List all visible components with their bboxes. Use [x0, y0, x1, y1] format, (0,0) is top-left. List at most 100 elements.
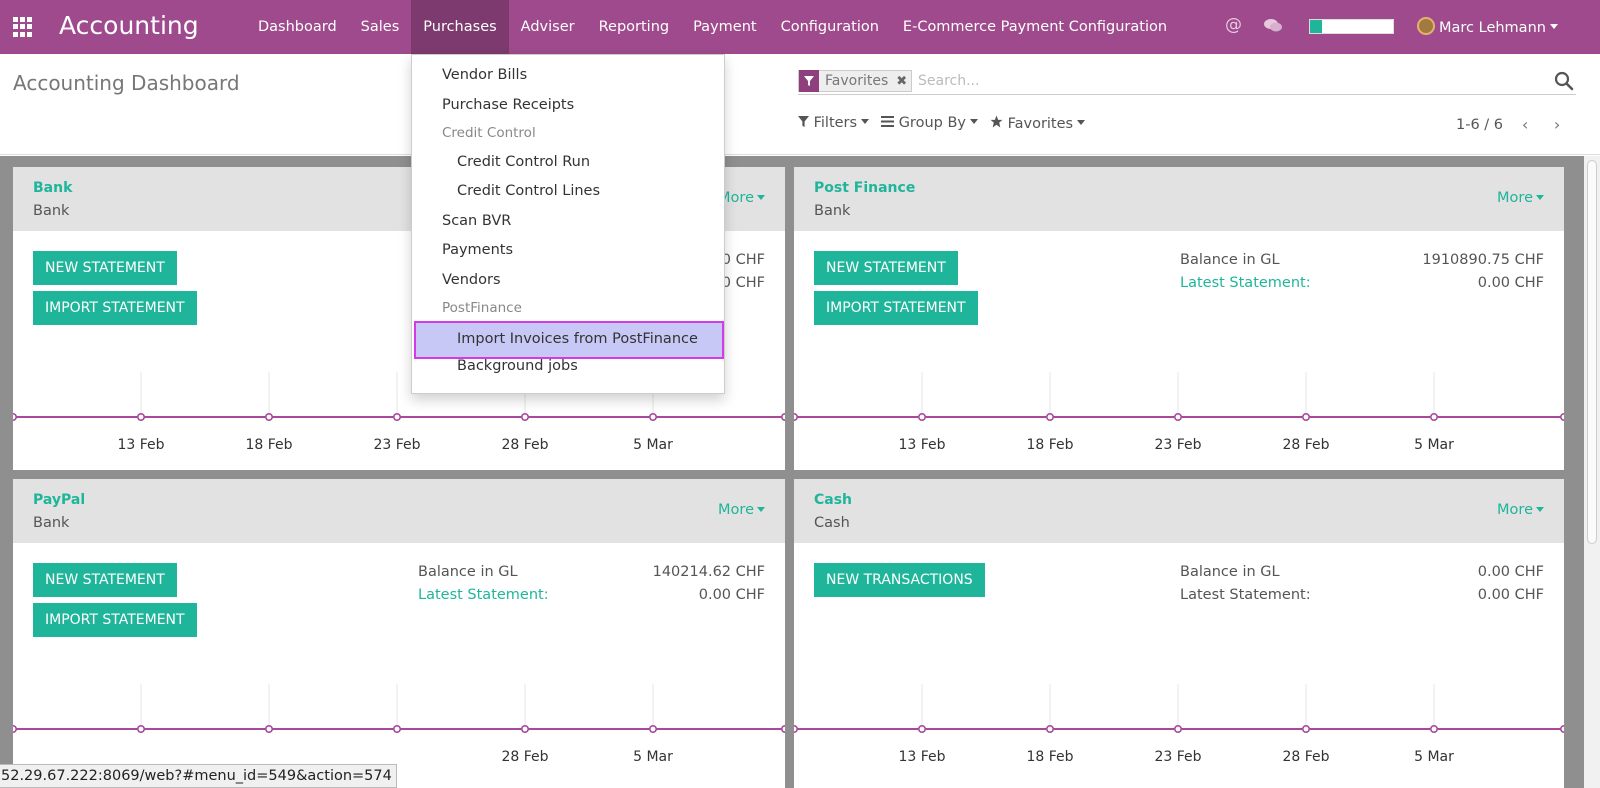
page-title: Accounting Dashboard — [13, 71, 240, 95]
graph-point — [137, 725, 146, 734]
balance-graph — [794, 684, 1564, 734]
scrollbar-thumb[interactable] — [1587, 160, 1597, 544]
remove-facet-icon[interactable]: ✖ — [892, 74, 911, 89]
search-icon[interactable] — [1554, 71, 1574, 91]
journal-card: Cash Cash More NEW TRANSACTIONS Balance i… — [794, 479, 1564, 788]
chevron-down-icon — [969, 119, 978, 124]
graph-point — [794, 725, 798, 733]
graph-tick-label: 5 Mar — [1414, 437, 1454, 453]
graph-point — [1173, 413, 1182, 422]
pager-previous-icon[interactable]: ‹ — [1515, 115, 1535, 134]
graph-point — [781, 413, 785, 421]
menu-configuration[interactable]: Configuration — [769, 0, 891, 54]
purchases-dropdown-menu: Vendor Bills Purchase Receipts Credit Co… — [411, 54, 725, 394]
graph-tick-label: 23 Feb — [373, 437, 421, 453]
chevron-down-icon — [1549, 24, 1558, 29]
graph-tick-label: 18 Feb — [1026, 437, 1074, 453]
menu-import-invoices-from-postfinance[interactable]: Import Invoices from PostFinance — [414, 321, 724, 359]
graph-point — [392, 413, 401, 422]
balance-graph — [794, 372, 1564, 422]
filters-label: Filters — [813, 115, 858, 131]
menu-vendors[interactable]: Vendors — [442, 272, 501, 288]
menu-dashboard[interactable]: Dashboard — [246, 0, 349, 54]
star-icon — [990, 115, 1003, 128]
journal-card: PayPal Bank More NEW STATEMENT IMPORT STA… — [13, 479, 785, 788]
graph-point — [1046, 725, 1055, 734]
search-facet-favorites[interactable]: Favorites ✖ — [798, 70, 913, 92]
menu-section-postfinance: PostFinance — [442, 300, 522, 316]
user-name: Marc Lehmann — [1439, 20, 1546, 36]
avatar — [1417, 17, 1435, 35]
menu-section-credit-control: Credit Control — [442, 125, 536, 141]
graph-point — [794, 413, 798, 421]
favorites-label: Favorites — [1007, 116, 1074, 132]
facet-label: Favorites — [825, 73, 889, 89]
search-bar: Favorites ✖ — [798, 69, 1576, 95]
graph-point — [1429, 413, 1438, 422]
graph-tick-label: 5 Mar — [633, 749, 673, 765]
graph-tick-label: 5 Mar — [633, 437, 673, 453]
graph-point — [13, 413, 17, 421]
journal-card: Post Finance Bank More NEW STATEMENT IMPO… — [794, 167, 1564, 470]
graph-point — [781, 725, 785, 733]
graph-tick-label: 23 Feb — [1154, 437, 1202, 453]
apps-grid-icon[interactable] — [13, 17, 33, 37]
search-input[interactable] — [918, 70, 1518, 92]
mention-icon[interactable]: @ — [1225, 15, 1242, 35]
filter-icon — [799, 70, 819, 92]
pager-next-icon[interactable]: › — [1547, 115, 1567, 134]
chevron-down-icon — [861, 119, 870, 124]
graph-point — [520, 413, 529, 422]
menu-ecommerce-payment-configuration[interactable]: E-Commerce Payment Configuration — [891, 0, 1179, 54]
menu-payments[interactable]: Payments — [442, 242, 513, 258]
menu-vendor-bills[interactable]: Vendor Bills — [442, 67, 527, 83]
status-bar-url: 52.29.67.222:8069/web?#menu_id=549&actio… — [0, 764, 397, 788]
graph-tick-label: 23 Feb — [1154, 749, 1202, 765]
graph-point — [1301, 413, 1310, 422]
graph-point — [265, 413, 274, 422]
menu-payment[interactable]: Payment — [681, 0, 768, 54]
graph-point — [265, 725, 274, 734]
menu-purchases[interactable]: Purchases — [411, 0, 509, 54]
graph-tick-label: 28 Feb — [501, 749, 549, 765]
progress-bar — [1309, 19, 1394, 34]
graph-point — [1560, 725, 1564, 733]
user-menu[interactable]: Marc Lehmann — [1417, 17, 1558, 36]
group-by-button[interactable]: Group By — [881, 115, 978, 132]
graph-point — [520, 725, 529, 734]
scrollbar[interactable] — [1584, 156, 1600, 788]
graph-point — [1301, 725, 1310, 734]
graph-tick-label: 18 Feb — [245, 437, 293, 453]
favorites-button[interactable]: Favorites — [990, 115, 1086, 132]
graph-point — [918, 413, 927, 422]
graph-point — [392, 725, 401, 734]
search-options: Filters Group By Favorites — [798, 115, 1086, 132]
graph-tick-label: 5 Mar — [1414, 749, 1454, 765]
graph-tick-label: 13 Feb — [898, 437, 946, 453]
graph-point — [1173, 725, 1182, 734]
filters-button[interactable]: Filters — [798, 115, 870, 132]
top-navbar: Accounting Dashboard Sales Purchases Adv… — [0, 0, 1600, 54]
menu-purchase-receipts[interactable]: Purchase Receipts — [442, 97, 574, 113]
menu-credit-control-run[interactable]: Credit Control Run — [457, 154, 590, 170]
chevron-down-icon — [1077, 120, 1086, 125]
graph-point — [1046, 413, 1055, 422]
pager-value: 1-6 / 6 — [1456, 116, 1504, 133]
chat-icon[interactable] — [1264, 19, 1282, 32]
graph-tick-label: 13 Feb — [117, 437, 165, 453]
list-icon — [881, 116, 895, 127]
graph-tick-label: 18 Feb — [1026, 749, 1074, 765]
graph-point — [648, 413, 657, 422]
menu-credit-control-lines[interactable]: Credit Control Lines — [457, 183, 600, 199]
menu-background-jobs[interactable]: Background jobs — [457, 358, 578, 374]
graph-tick-label: 28 Feb — [1282, 749, 1330, 765]
balance-graph — [13, 684, 785, 734]
menu-scan-bvr[interactable]: Scan BVR — [442, 213, 511, 229]
group-by-label: Group By — [898, 115, 966, 131]
graph-tick-label: 28 Feb — [1282, 437, 1330, 453]
menu-reporting[interactable]: Reporting — [587, 0, 682, 54]
menu-sales[interactable]: Sales — [349, 0, 412, 54]
graph-point — [137, 413, 146, 422]
graph-point — [13, 725, 17, 733]
menu-adviser[interactable]: Adviser — [509, 0, 587, 54]
